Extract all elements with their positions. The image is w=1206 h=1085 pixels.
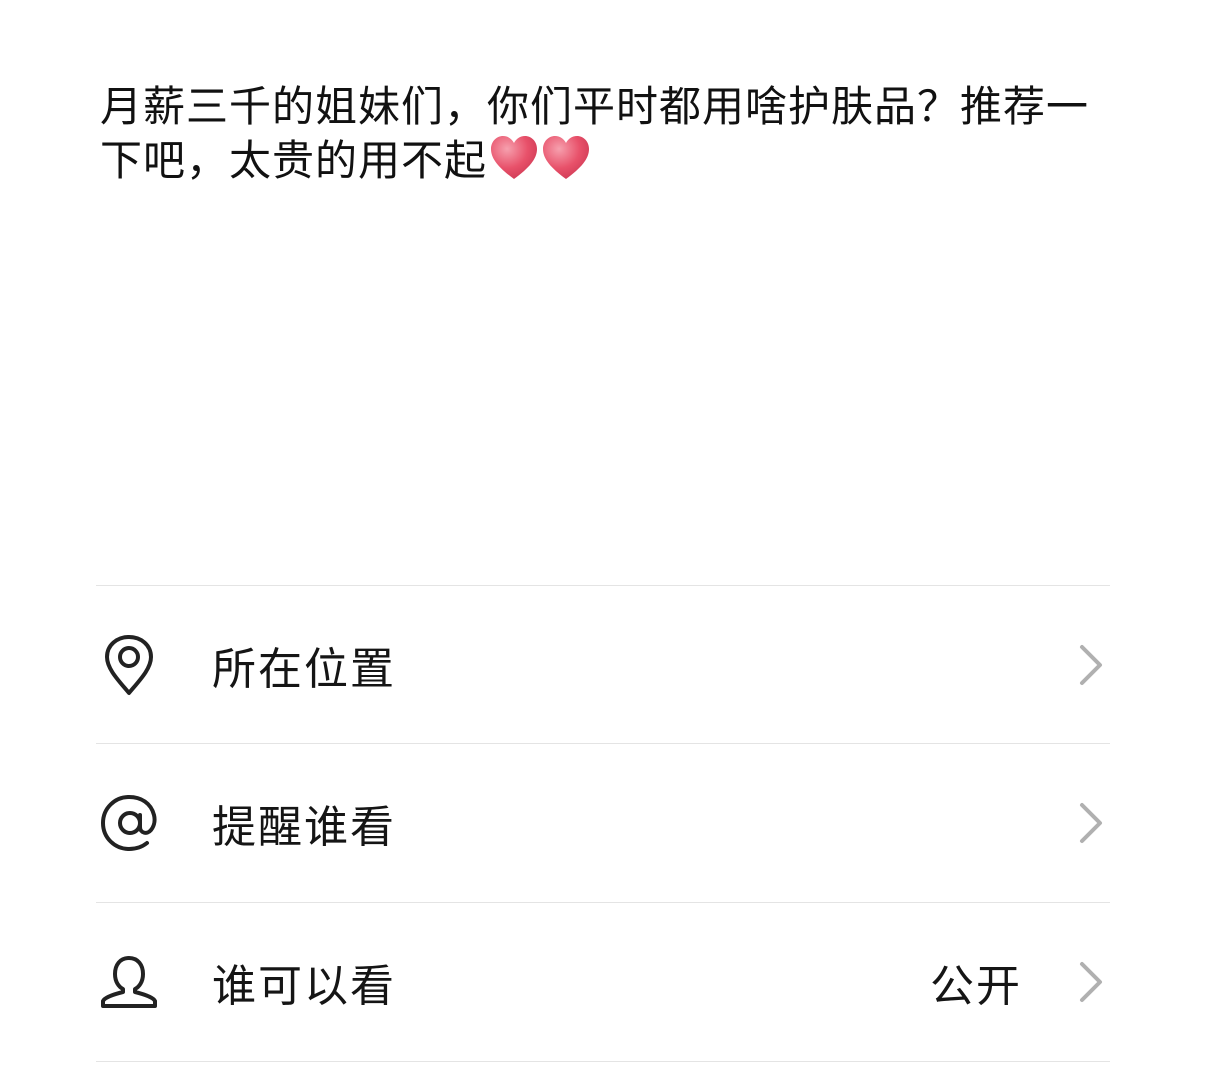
chevron-right-icon (1080, 645, 1102, 685)
post-text-area[interactable]: 月薪三千的姐妹们，你们平时都用啥护肤品？推荐一下吧，太贵的用不起 (100, 80, 1100, 188)
divider (96, 1061, 1110, 1062)
heart-emoji-icon (491, 136, 538, 179)
option-label: 提醒谁看 (212, 802, 396, 853)
chevron-right-icon (1080, 803, 1102, 843)
chevron-right-icon (1080, 962, 1102, 1002)
option-mention[interactable]: 提醒谁看 (96, 744, 1110, 902)
location-pin-icon (96, 632, 162, 698)
option-location[interactable]: 所在位置 (96, 586, 1110, 744)
option-visibility[interactable]: 谁可以看 公开 (96, 903, 1110, 1061)
at-sign-icon (96, 790, 162, 856)
visibility-value: 公开 (930, 961, 1022, 1012)
post-text: 月薪三千的姐妹们，你们平时都用啥护肤品？推荐一下吧，太贵的用不起 (100, 82, 1090, 185)
heart-emoji-icon (543, 136, 590, 179)
person-icon (96, 949, 162, 1015)
option-label: 谁可以看 (212, 961, 396, 1012)
option-label: 所在位置 (212, 644, 396, 695)
